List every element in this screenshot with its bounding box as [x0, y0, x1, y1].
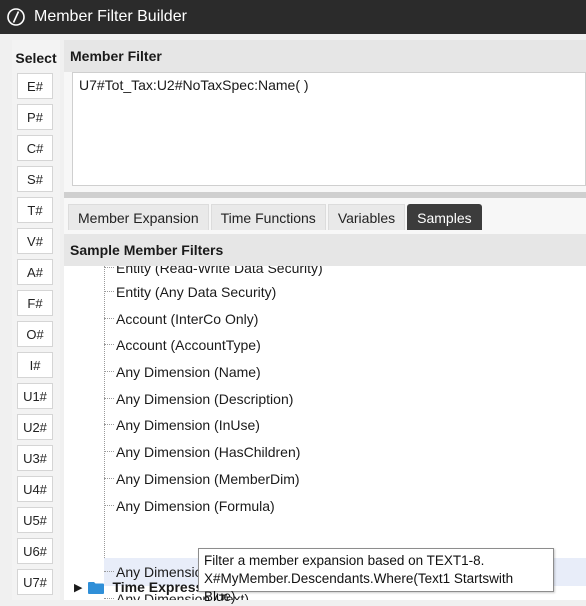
expand-arrow-icon[interactable]: ▶: [74, 581, 82, 594]
tree-item[interactable]: Entity (Any Data Security): [104, 278, 586, 305]
select-entity-button[interactable]: E#: [17, 73, 53, 99]
select-ud4-button[interactable]: U4#: [17, 476, 53, 502]
folder-icon: [88, 581, 105, 594]
tree-item[interactable]: Any Dimension (InUse): [104, 411, 586, 438]
tab-bar: Member Expansion Time Functions Variable…: [64, 200, 586, 230]
tree-item-label: Any Dimension (HasChildren): [116, 443, 301, 460]
select-ud1-button[interactable]: U1#: [17, 383, 53, 409]
select-ud2-button[interactable]: U2#: [17, 414, 53, 440]
tree-item-label: Any Dimension (InUse): [116, 416, 260, 433]
select-cons-button[interactable]: C#: [17, 135, 53, 161]
window-title: Member Filter Builder: [34, 8, 187, 25]
tooltip: Filter a member expansion based on TEXT1…: [198, 548, 554, 604]
select-ud3-button[interactable]: U3#: [17, 445, 53, 471]
tree-item-label: Entity (Any Data Security): [116, 283, 277, 300]
sample-filters-header: Sample Member Filters: [64, 234, 586, 266]
tree-item-label: Any Dimension (MemberDim): [116, 470, 300, 487]
tooltip-line-2: X#MyMember.Descendants.Where(Text1 Start…: [204, 571, 514, 604]
tree-item-label: Account (InterCo Only): [116, 310, 259, 327]
tree-item[interactable]: Any Dimension (Formula): [104, 492, 586, 519]
tree-item[interactable]: Any Dimension (HasChildren): [104, 438, 586, 465]
tab-time-functions[interactable]: Time Functions: [210, 204, 326, 230]
select-scenario-s-button[interactable]: S#: [17, 166, 53, 192]
select-ud6-button[interactable]: U6#: [17, 538, 53, 564]
member-filter-header: Member Filter: [64, 40, 586, 72]
right-panel: Member Filter U7#Tot_Tax:U2#NoTaxSpec:Na…: [64, 40, 586, 600]
tree-item[interactable]: Any Dimension (Description): [104, 385, 586, 412]
app-logo-icon: [7, 8, 25, 26]
tree-item[interactable]: Account (AccountType): [104, 331, 586, 358]
panel-splitter[interactable]: [64, 192, 586, 198]
select-header: Select: [15, 50, 57, 66]
tab-member-expansion[interactable]: Member Expansion: [68, 204, 209, 230]
select-panel: Select E# P# C# S# T# V# A# F# O# I# U1#…: [12, 40, 60, 600]
select-time-button[interactable]: T#: [17, 197, 53, 223]
member-filter-textbox[interactable]: U7#Tot_Tax:U2#NoTaxSpec:Name( ): [72, 72, 586, 186]
select-ud5-button[interactable]: U5#: [17, 507, 53, 533]
select-view-button[interactable]: V#: [17, 228, 53, 254]
tree-item-label: Any Dimension (Name): [116, 363, 261, 380]
select-ic-button[interactable]: I#: [17, 352, 53, 378]
tree-item-label: Entity (Read-Write Data Security): [116, 266, 323, 276]
tree-item[interactable]: Any Dimension (MemberDim): [104, 465, 586, 492]
select-origin-button[interactable]: O#: [17, 321, 53, 347]
tree-item[interactable]: Any Dimension (Name): [104, 358, 586, 385]
title-bar: Member Filter Builder: [0, 0, 586, 34]
select-scenario-button[interactable]: P#: [17, 104, 53, 130]
tab-variables[interactable]: Variables: [327, 204, 406, 230]
tree-item-label: Any Dimension (Formula): [116, 497, 275, 514]
select-account-button[interactable]: A#: [17, 259, 53, 285]
select-flow-button[interactable]: F#: [17, 290, 53, 316]
tree-item-label: Any Dimension (Description): [116, 390, 294, 407]
tab-samples[interactable]: Samples: [407, 204, 482, 230]
tooltip-line-1: Filter a member expansion based on TEXT1…: [204, 553, 485, 568]
tree-item[interactable]: Account (InterCo Only): [104, 305, 586, 332]
tree-item-label: Account (AccountType): [116, 336, 261, 353]
select-ud7-button[interactable]: U7#: [17, 569, 53, 595]
